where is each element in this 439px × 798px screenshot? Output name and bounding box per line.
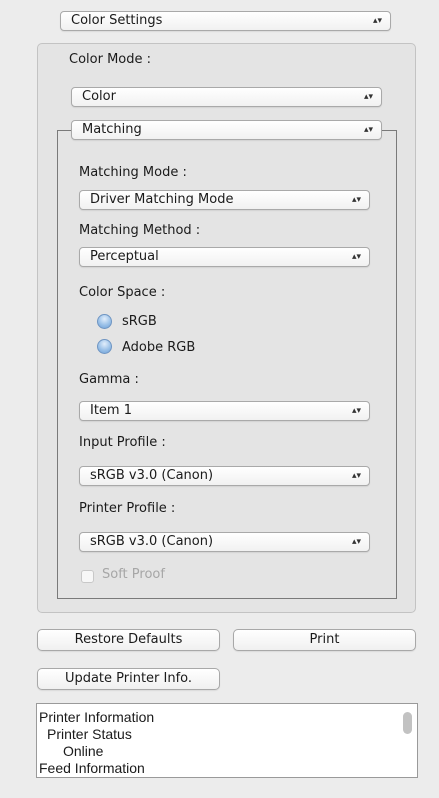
updown-chevron-icon: ▴▾ — [351, 406, 361, 416]
matching-mode-label: Matching Mode : — [79, 165, 187, 180]
print-button[interactable]: Print — [233, 629, 416, 651]
srgb-radio[interactable] — [97, 314, 112, 329]
adobe-rgb-radio-label[interactable]: Adobe RGB — [122, 340, 195, 355]
popup-value: Item 1 — [90, 403, 132, 418]
color-settings-popup[interactable]: Color Settings ▴▾ — [60, 11, 391, 31]
input-profile-label: Input Profile : — [79, 435, 166, 450]
gamma-label: Gamma : — [79, 372, 139, 387]
printer-profile-popup[interactable]: sRGB v3.0 (Canon) ▴▾ — [79, 532, 370, 552]
soft-proof-checkbox[interactable] — [81, 570, 94, 583]
updown-chevron-icon: ▴▾ — [351, 537, 361, 547]
color-mode-popup[interactable]: Color ▴▾ — [71, 87, 382, 107]
popup-value: Perceptual — [90, 249, 159, 264]
popup-value: sRGB v3.0 (Canon) — [90, 468, 214, 483]
updown-chevron-icon: ▴▾ — [363, 92, 373, 102]
color-mode-label: Color Mode : — [69, 52, 152, 67]
popup-value: Color Settings — [71, 13, 163, 28]
adobe-rgb-radio[interactable] — [97, 339, 112, 354]
updown-chevron-icon: ▴▾ — [363, 125, 373, 135]
restore-defaults-button[interactable]: Restore Defaults — [37, 629, 220, 651]
gamma-popup[interactable]: Item 1 ▴▾ — [79, 401, 370, 421]
info-line-printer-status: Printer Status — [47, 726, 132, 742]
update-printer-info-button[interactable]: Update Printer Info. — [37, 668, 220, 690]
matching-popup[interactable]: Matching ▴▾ — [71, 120, 382, 140]
updown-chevron-icon: ▴▾ — [372, 16, 382, 26]
info-line-printer-information: Printer Information — [39, 709, 155, 725]
printer-info-panel[interactable]: Printer Information Printer Status Onlin… — [36, 703, 418, 778]
matching-method-label: Matching Method : — [79, 223, 201, 238]
srgb-radio-label[interactable]: sRGB — [122, 314, 157, 329]
color-space-label: Color Space : — [79, 285, 166, 300]
updown-chevron-icon: ▴▾ — [351, 471, 361, 481]
scrollbar-thumb[interactable] — [403, 712, 412, 734]
input-profile-popup[interactable]: sRGB v3.0 (Canon) ▴▾ — [79, 466, 370, 486]
info-line-feed-information: Feed Information — [39, 760, 145, 776]
popup-value: Driver Matching Mode — [90, 192, 234, 207]
popup-value: Matching — [82, 122, 142, 137]
updown-chevron-icon: ▴▾ — [351, 252, 361, 262]
matching-mode-popup[interactable]: Driver Matching Mode ▴▾ — [79, 190, 370, 210]
updown-chevron-icon: ▴▾ — [351, 195, 361, 205]
matching-method-popup[interactable]: Perceptual ▴▾ — [79, 247, 370, 267]
soft-proof-label: Soft Proof — [102, 567, 165, 582]
printer-profile-label: Printer Profile : — [79, 501, 176, 516]
popup-value: Color — [82, 89, 116, 104]
popup-value: sRGB v3.0 (Canon) — [90, 534, 214, 549]
info-line-online: Online — [63, 743, 104, 759]
